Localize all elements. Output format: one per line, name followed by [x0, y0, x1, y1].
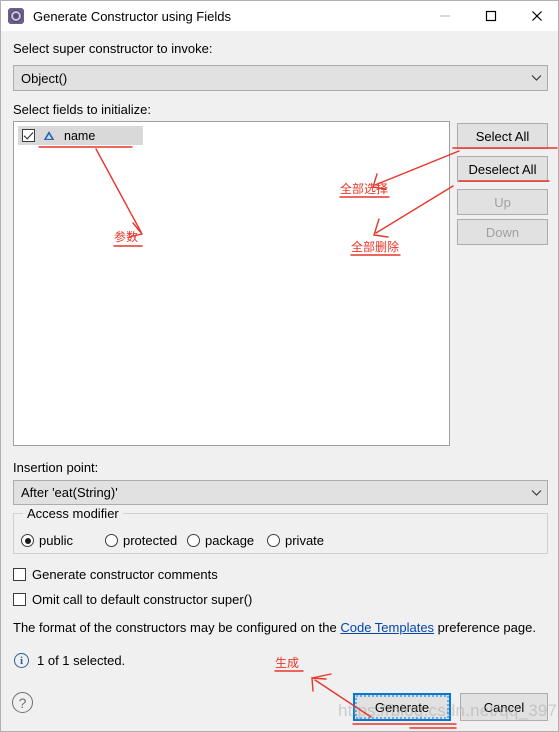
info-icon: i	[14, 653, 29, 668]
format-note: The format of the constructors may be co…	[13, 620, 536, 635]
super-constructor-label: Select super constructor to invoke:	[13, 41, 213, 56]
title-bar: Generate Constructor using Fields	[1, 1, 558, 31]
move-down-button[interactable]: Down	[457, 219, 548, 245]
generate-comments-checkbox[interactable]: Generate constructor comments	[13, 567, 218, 582]
format-note-suffix: preference page.	[434, 620, 536, 635]
status-bar: i 1 of 1 selected.	[14, 653, 125, 668]
access-modifier-title: Access modifier	[23, 506, 123, 521]
deselect-all-button[interactable]: Deselect All	[457, 156, 548, 182]
code-templates-link[interactable]: Code Templates	[340, 620, 434, 635]
select-all-button[interactable]: Select All	[457, 123, 548, 149]
radio-public[interactable]: public	[21, 533, 73, 548]
help-icon[interactable]: ?	[12, 692, 33, 713]
insertion-point-value: After 'eat(String)'	[21, 485, 118, 500]
gear-icon	[8, 8, 24, 24]
generate-constructor-dialog: Generate Constructor using Fields Select…	[0, 0, 559, 732]
radio-protected[interactable]: protected	[105, 533, 177, 548]
minimize-icon[interactable]	[422, 1, 468, 31]
field-name: name	[64, 128, 96, 143]
omit-super-call-checkbox[interactable]: Omit call to default constructor super()	[13, 592, 252, 607]
radio-private[interactable]: private	[267, 533, 324, 548]
chevron-down-icon	[525, 74, 547, 82]
field-checkbox[interactable]	[22, 129, 35, 142]
maximize-icon[interactable]	[468, 1, 514, 31]
super-constructor-value: Object()	[21, 70, 68, 86]
fields-listbox[interactable]: name	[13, 121, 450, 446]
list-item[interactable]: name	[18, 126, 143, 145]
generate-button[interactable]: Generate	[353, 693, 451, 721]
insertion-point-label: Insertion point:	[13, 460, 99, 475]
format-note-prefix: The format of the constructors may be co…	[13, 620, 341, 635]
fields-label: Select fields to initialize:	[13, 102, 152, 117]
radio-package[interactable]: package	[187, 533, 254, 548]
window-title: Generate Constructor using Fields	[33, 8, 231, 24]
status-text: 1 of 1 selected.	[37, 653, 126, 668]
insertion-point-combo[interactable]: After 'eat(String)'	[13, 480, 548, 505]
super-constructor-combo[interactable]: Object()	[13, 65, 548, 91]
cancel-button[interactable]: Cancel	[460, 693, 548, 721]
chevron-down-icon	[525, 489, 547, 497]
move-up-button[interactable]: Up	[457, 189, 548, 215]
close-icon[interactable]	[514, 1, 558, 31]
annotation-generate: 生成	[275, 656, 300, 670]
private-field-triangle-icon	[42, 129, 56, 143]
window-controls	[422, 1, 558, 31]
